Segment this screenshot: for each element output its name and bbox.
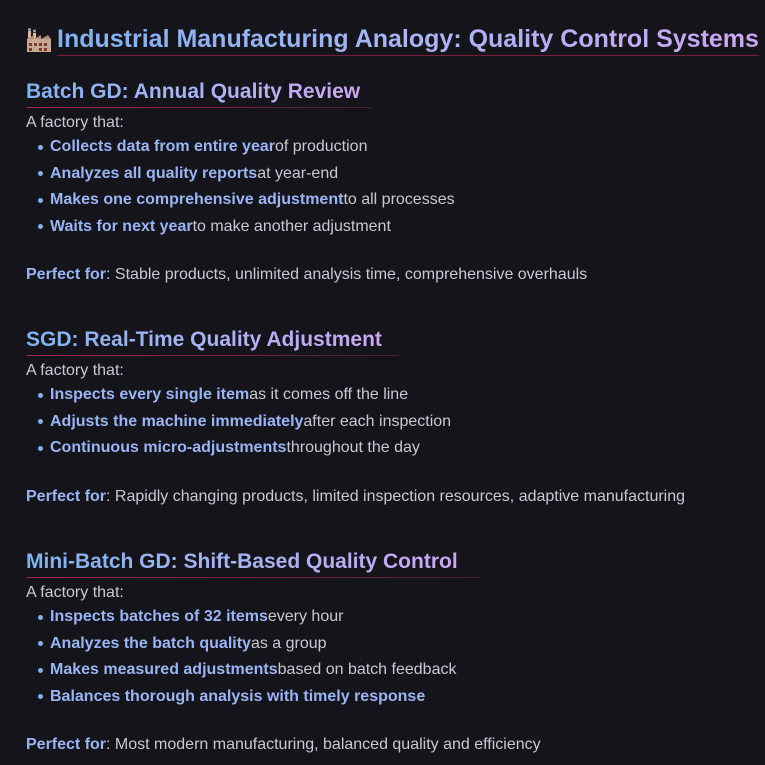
bullet-strong: Makes measured adjustments	[50, 661, 278, 678]
list-item: Analyzes all quality reports at year-end	[38, 161, 455, 188]
bullet-text: based on batch feedback	[277, 661, 457, 678]
perfect-for-text: : Rapidly changing products, limited ins…	[106, 488, 686, 505]
perfect-for-text: : Stable products, unlimited analysis ti…	[106, 266, 588, 283]
section-intro: A factory that:	[26, 584, 124, 601]
bullet-text: as a group	[250, 634, 327, 652]
bullet-text: after each inspection	[303, 412, 452, 430]
bullet-icon	[38, 445, 43, 451]
bullet-icon	[38, 392, 43, 398]
bullet-text: at year-end	[257, 164, 339, 182]
bullet-strong: Waits for next year	[50, 217, 193, 235]
list-item: Adjusts the machine immediately after ea…	[38, 409, 451, 436]
bullet-icon	[38, 224, 43, 230]
bullet-text: every hour	[267, 608, 344, 625]
bullet-strong: Makes one comprehensive adjustment	[50, 191, 344, 208]
perfect-for-line: Perfect for: Stable products, unlimited …	[26, 266, 587, 284]
bullet-icon	[38, 144, 43, 150]
bullet-icon	[38, 197, 43, 203]
bullet-text: of production	[274, 138, 368, 155]
list-item: Balances thorough analysis with timely r…	[38, 684, 456, 711]
list-item: Inspects every single item as it comes o…	[38, 382, 451, 409]
list-item: Inspects batches of 32 items every hour	[38, 604, 456, 631]
perfect-for-label: Perfect for	[26, 736, 107, 753]
section-heading: SGD: Real-Time Quality Adjustment	[26, 328, 382, 351]
bullet-strong: Adjusts the machine immediately	[50, 412, 304, 430]
bullet-strong: Balances thorough analysis with timely r…	[50, 687, 426, 705]
heading-underline	[26, 107, 371, 108]
list-item: Collects data from entire year of produc…	[38, 134, 455, 161]
factory-icon	[26, 27, 52, 53]
perfect-for-text: : Most modern manufacturing, balanced qu…	[106, 736, 541, 753]
bullet-icon	[38, 614, 43, 620]
perfect-for-line: Perfect for: Most modern manufacturing, …	[26, 736, 541, 754]
bullet-text: to all processes	[343, 191, 455, 208]
section-intro: A factory that:	[26, 114, 124, 131]
bullet-icon	[38, 641, 43, 647]
list-item: Analyzes the batch quality as a group	[38, 631, 456, 658]
perfect-for-label: Perfect for	[26, 488, 107, 505]
section-intro: A factory that:	[26, 362, 124, 379]
list-item: Continuous micro-adjustments throughout …	[38, 435, 451, 462]
bullet-list: Collects data from entire year of produc…	[38, 134, 455, 240]
heading-underline	[26, 577, 480, 578]
bullet-strong: Analyzes all quality reports	[50, 164, 258, 182]
heading-underline	[26, 355, 399, 356]
bullet-list: Inspects batches of 32 items every hour …	[38, 604, 456, 710]
perfect-for-line: Perfect for: Rapidly changing products, …	[26, 488, 685, 506]
bullet-list: Inspects every single item as it comes o…	[38, 382, 451, 462]
bullet-text: throughout the day	[286, 439, 420, 456]
bullet-strong: Inspects batches of 32 items	[50, 608, 268, 625]
bullet-icon	[38, 419, 43, 425]
page-title: Industrial Manufacturing Analogy: Qualit…	[26, 22, 759, 58]
list-item: Makes measured adjustments based on batc…	[38, 657, 456, 684]
bullet-strong: Inspects every single item	[50, 386, 250, 403]
perfect-for-label: Perfect for	[26, 266, 107, 283]
bullet-icon	[38, 171, 43, 177]
bullet-text: to make another adjustment	[192, 217, 391, 235]
bullet-text: as it comes off the line	[249, 386, 409, 403]
section-heading: Batch GD: Annual Quality Review	[26, 80, 361, 103]
page-title-text: Industrial Manufacturing Analogy: Qualit…	[57, 25, 759, 56]
list-item: Waits for next year to make another adju…	[38, 214, 455, 241]
bullet-icon	[38, 667, 43, 673]
bullet-strong: Continuous micro-adjustments	[50, 439, 287, 456]
bullet-icon	[38, 694, 43, 700]
bullet-strong: Collects data from entire year	[50, 138, 275, 155]
section-heading: Mini-Batch GD: Shift-Based Quality Contr…	[26, 550, 458, 573]
bullet-strong: Analyzes the batch quality	[50, 634, 251, 652]
list-item: Makes one comprehensive adjustment to al…	[38, 187, 455, 214]
